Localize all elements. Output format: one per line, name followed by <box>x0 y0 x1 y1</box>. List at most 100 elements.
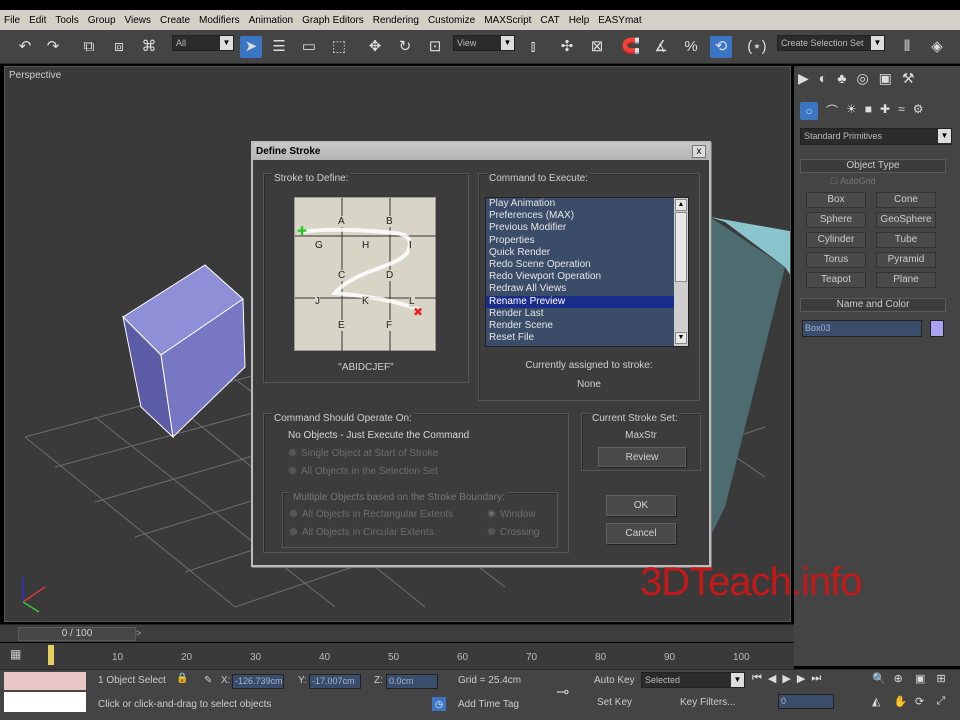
go-to-start-icon[interactable]: ⏮ <box>752 672 762 690</box>
lights-icon[interactable]: ☀ <box>846 102 857 122</box>
percent-snap-icon[interactable]: % <box>680 36 702 58</box>
stroke-grid[interactable]: ✚ ✖ A B C D E F G H I J K L <box>294 197 437 352</box>
maximize-viewport-icon[interactable]: ⤢ <box>937 695 957 716</box>
selection-filter-dropdown[interactable]: All ▼ <box>172 35 234 51</box>
y-coordinate-field[interactable]: -17.007cm <box>309 674 361 689</box>
primitive-button-tube[interactable]: Tube <box>876 232 936 248</box>
zoom-all-icon[interactable]: ⊕ <box>894 672 914 693</box>
pivot-icon[interactable]: ⫾ <box>522 36 544 58</box>
close-icon[interactable]: x <box>692 145 706 158</box>
command-item[interactable]: Play Animation <box>486 198 674 210</box>
primitive-button-sphere[interactable]: Sphere <box>806 212 866 228</box>
pan-icon[interactable]: ✋ <box>894 695 914 716</box>
track-bar[interactable]: ▦ 10 20 30 40 50 60 70 80 90 100 <box>0 643 794 669</box>
go-to-end-icon[interactable]: ⏭ <box>811 672 821 690</box>
key-filters-button[interactable]: Key Filters... <box>680 697 736 708</box>
redo-icon[interactable]: ↷ <box>42 36 64 58</box>
menu-item-modifiers[interactable]: Modifiers <box>199 15 240 26</box>
named-sets-icon[interactable]: (⋆) <box>746 36 768 58</box>
radio-single-object[interactable]: Single Object at Start of Stroke <box>288 448 438 459</box>
radio-selection-set[interactable]: All Objects in the Selection Set <box>288 466 438 477</box>
command-list[interactable]: Play Animation Preferences (MAX) Previous … <box>485 197 689 347</box>
snap-3d-icon[interactable]: 🧲 <box>620 36 642 58</box>
systems-icon[interactable]: ⚙ <box>913 102 924 122</box>
rotate-icon[interactable]: ↻ <box>394 36 416 58</box>
select-by-name-icon[interactable]: ☰ <box>268 36 290 58</box>
current-frame-marker[interactable] <box>48 645 54 665</box>
link-icon[interactable]: ⧉ <box>78 36 100 58</box>
current-frame-field[interactable]: 0 <box>778 694 834 709</box>
cameras-icon[interactable]: ■ <box>865 102 872 122</box>
primitive-button-cylinder[interactable]: Cylinder <box>806 232 866 248</box>
menu-item-tools[interactable]: Tools <box>55 15 78 26</box>
key-mode-dropdown[interactable]: Selected ▼ <box>641 672 745 688</box>
autogrid-checkbox[interactable]: ☐ AutoGrid <box>830 176 876 187</box>
geometry-icon[interactable]: ○ <box>800 102 818 120</box>
radio-crossing[interactable]: Crossing <box>487 527 539 538</box>
bind-spacewarp-icon[interactable]: ⌘ <box>138 36 160 58</box>
command-item[interactable]: Render Scene <box>486 320 674 332</box>
command-item[interactable]: Previous Modifier <box>486 222 674 234</box>
field-of-view-icon[interactable]: ◭ <box>872 695 892 716</box>
time-slider-knob[interactable]: 0 / 100 <box>18 627 136 641</box>
orbit-icon[interactable]: ⟳ <box>915 695 935 716</box>
viewport-label[interactable]: Perspective <box>9 70 61 81</box>
hierarchy-tab-icon[interactable]: ♣ <box>837 70 846 92</box>
key-icon[interactable]: ⊸ <box>556 682 569 702</box>
play-icon[interactable]: ▶ <box>782 672 790 690</box>
prev-frame-icon[interactable]: ◀ <box>768 672 776 690</box>
menu-item-customize[interactable]: Customize <box>428 15 475 26</box>
keyboard-shortcut-icon[interactable]: ⊠ <box>586 36 608 58</box>
object-type-rollout[interactable]: Object Type <box>800 159 946 173</box>
menu-item-easymat[interactable]: EASYmat <box>598 15 641 26</box>
menu-item-group[interactable]: Group <box>88 15 116 26</box>
menu-item-create[interactable]: Create <box>160 15 190 26</box>
zoom-icon[interactable]: 🔍 <box>872 672 892 693</box>
time-tag-icon[interactable]: ◷ <box>432 697 446 711</box>
primitive-type-dropdown[interactable]: Standard Primitives ▼ <box>800 128 952 145</box>
shapes-icon[interactable]: ⌒ <box>826 102 838 122</box>
maxscript-listener-white[interactable] <box>4 692 86 712</box>
zoom-extents-all-icon[interactable]: ⊞ <box>937 672 957 693</box>
command-item[interactable]: Render Last <box>486 308 674 320</box>
auto-key-button[interactable]: Auto Key <box>594 675 635 686</box>
display-tab-icon[interactable]: ▣ <box>879 70 892 92</box>
command-item[interactable]: Quick Render <box>486 247 674 259</box>
command-list-scrollbar[interactable]: ▲ ▼ <box>674 198 688 346</box>
time-slider[interactable]: 0 / 100 > <box>0 624 794 642</box>
rect-region-icon[interactable]: ▭ <box>298 36 320 58</box>
spacewarps-icon[interactable]: ≈ <box>898 102 905 122</box>
primitive-button-torus[interactable]: Torus <box>806 252 866 268</box>
command-item[interactable]: Redraw All Views <box>486 283 674 295</box>
spinner-snap-icon[interactable]: ⟲ <box>710 36 732 58</box>
radio-rect-extents[interactable]: All Objects in Rectangular Extents <box>289 509 453 520</box>
absolute-mode-icon[interactable]: ✎ <box>204 675 212 686</box>
command-item[interactable]: Redo Viewport Operation <box>486 271 674 283</box>
zoom-extents-icon[interactable]: ▣ <box>915 672 935 693</box>
radio-circular-extents[interactable]: All Objects in Circular Extents <box>289 527 434 538</box>
primitive-button-pyramid[interactable]: Pyramid <box>876 252 936 268</box>
menu-item-help[interactable]: Help <box>569 15 590 26</box>
command-item[interactable]: Rename Preview <box>486 295 674 308</box>
helpers-icon[interactable]: ✚ <box>880 102 890 122</box>
name-and-color-rollout[interactable]: Name and Color <box>800 298 946 312</box>
maxscript-listener-pink[interactable] <box>4 672 86 690</box>
scroll-down-icon[interactable]: ▼ <box>675 332 687 344</box>
window-crossing-icon[interactable]: ⬚ <box>328 36 350 58</box>
next-frame-icon[interactable]: > <box>136 628 146 640</box>
primitive-button-geosphere[interactable]: GeoSphere <box>876 212 936 228</box>
menu-item-maxscript[interactable]: MAXScript <box>484 15 531 26</box>
primitive-button-cone[interactable]: Cone <box>876 192 936 208</box>
radio-window[interactable]: Window <box>487 509 536 520</box>
motion-tab-icon[interactable]: ◎ <box>856 70 868 92</box>
command-item[interactable]: Redo Scene Operation <box>486 259 674 271</box>
modify-tab-icon[interactable]: ◐ <box>819 70 827 92</box>
menu-item-edit[interactable]: Edit <box>29 15 46 26</box>
menu-item-views[interactable]: Views <box>125 15 152 26</box>
angle-snap-icon[interactable]: ∡ <box>650 36 672 58</box>
menu-item-animation[interactable]: Animation <box>249 15 293 26</box>
scale-icon[interactable]: ⊡ <box>424 36 446 58</box>
manipulate-icon[interactable]: ✣ <box>556 36 578 58</box>
lock-icon[interactable]: 🔒 <box>176 673 188 684</box>
primitive-button-plane[interactable]: Plane <box>876 272 936 288</box>
